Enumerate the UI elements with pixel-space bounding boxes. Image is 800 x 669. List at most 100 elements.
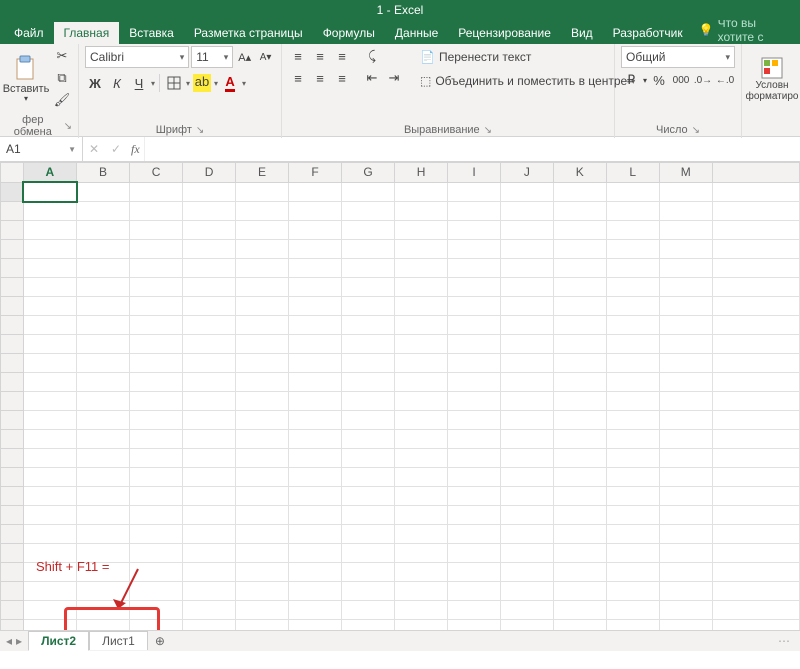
cell[interactable] (23, 582, 77, 601)
cell[interactable] (289, 525, 342, 544)
cell[interactable] (77, 202, 130, 221)
cell[interactable] (712, 316, 799, 335)
cell[interactable] (77, 411, 130, 430)
cell[interactable] (448, 487, 501, 506)
cell[interactable] (130, 544, 183, 563)
cell[interactable] (342, 182, 395, 202)
cell[interactable] (289, 582, 342, 601)
cell[interactable] (183, 411, 236, 430)
col-header[interactable]: L (606, 163, 659, 183)
col-header[interactable] (712, 163, 799, 183)
cell[interactable] (23, 316, 77, 335)
cell[interactable] (659, 468, 712, 487)
cell[interactable] (448, 221, 501, 240)
italic-button[interactable]: К (107, 73, 127, 93)
cell[interactable] (130, 278, 183, 297)
cell[interactable] (236, 240, 289, 259)
cell[interactable] (77, 601, 130, 620)
cell[interactable] (395, 221, 448, 240)
cell[interactable] (606, 506, 659, 525)
cell[interactable] (712, 544, 799, 563)
cell[interactable] (500, 202, 553, 221)
cell[interactable] (606, 544, 659, 563)
col-header[interactable]: J (500, 163, 553, 183)
cell[interactable] (553, 468, 606, 487)
cell[interactable] (77, 297, 130, 316)
cell[interactable] (395, 392, 448, 411)
col-header[interactable]: I (448, 163, 501, 183)
cell[interactable] (77, 373, 130, 392)
row-header[interactable] (1, 449, 24, 468)
cell[interactable] (712, 182, 799, 202)
fill-color-icon[interactable]: ab (192, 73, 212, 93)
cell[interactable] (23, 297, 77, 316)
cell[interactable] (77, 468, 130, 487)
cell[interactable] (448, 240, 501, 259)
cell[interactable] (606, 297, 659, 316)
row-header[interactable] (1, 259, 24, 278)
cell[interactable] (23, 335, 77, 354)
cell[interactable] (606, 240, 659, 259)
tab-developer[interactable]: Разработчик (603, 22, 693, 44)
spreadsheet-grid[interactable]: A B C D E F G H I J K L M (0, 162, 800, 633)
cell[interactable] (712, 259, 799, 278)
cell[interactable] (606, 430, 659, 449)
cell[interactable] (130, 430, 183, 449)
cell[interactable] (553, 202, 606, 221)
bold-button[interactable]: Ж (85, 73, 105, 93)
tab-formulas[interactable]: Формулы (313, 22, 385, 44)
cell[interactable] (236, 297, 289, 316)
cell[interactable] (130, 182, 183, 202)
cell[interactable] (342, 544, 395, 563)
cell[interactable] (712, 297, 799, 316)
cell[interactable] (659, 373, 712, 392)
cell[interactable] (500, 259, 553, 278)
cell[interactable] (395, 182, 448, 202)
row-header[interactable] (1, 506, 24, 525)
cell[interactable] (553, 335, 606, 354)
paste-button[interactable]: Вставить ▾ (6, 46, 46, 112)
cell[interactable] (659, 506, 712, 525)
cell[interactable] (183, 392, 236, 411)
cell[interactable] (448, 392, 501, 411)
cell[interactable] (659, 297, 712, 316)
cell[interactable] (500, 563, 553, 582)
row-header[interactable] (1, 202, 24, 221)
cell[interactable] (712, 392, 799, 411)
tab-review[interactable]: Рецензирование (448, 22, 561, 44)
sheet-nav-next-icon[interactable]: ▸ (16, 634, 22, 648)
cell[interactable] (606, 525, 659, 544)
cell[interactable] (712, 563, 799, 582)
cell[interactable] (342, 278, 395, 297)
cell[interactable] (23, 240, 77, 259)
cell[interactable] (77, 278, 130, 297)
cell[interactable] (659, 259, 712, 278)
cell[interactable] (712, 468, 799, 487)
cell[interactable] (183, 487, 236, 506)
cell[interactable] (395, 468, 448, 487)
cell[interactable] (553, 182, 606, 202)
cell[interactable] (712, 601, 799, 620)
cell[interactable] (77, 582, 130, 601)
cell[interactable] (23, 373, 77, 392)
font-name-combo[interactable]: Calibri▾ (85, 46, 189, 68)
cell[interactable] (500, 392, 553, 411)
align-bottom-icon[interactable]: ≡ (332, 46, 352, 66)
cell[interactable] (23, 259, 77, 278)
cell[interactable] (289, 563, 342, 582)
cell[interactable] (395, 411, 448, 430)
row-header[interactable] (1, 373, 24, 392)
currency-icon[interactable]: ₽ (621, 70, 641, 90)
cell[interactable] (659, 487, 712, 506)
sheet-more-icon[interactable]: ⋯ (768, 634, 800, 648)
cell[interactable] (500, 278, 553, 297)
cell[interactable] (183, 202, 236, 221)
cell[interactable] (236, 316, 289, 335)
cell[interactable] (236, 506, 289, 525)
cell[interactable] (289, 259, 342, 278)
comma-icon[interactable]: 000 (671, 70, 691, 90)
cell[interactable] (448, 316, 501, 335)
cell[interactable] (289, 392, 342, 411)
cell[interactable] (183, 601, 236, 620)
cell[interactable] (395, 430, 448, 449)
